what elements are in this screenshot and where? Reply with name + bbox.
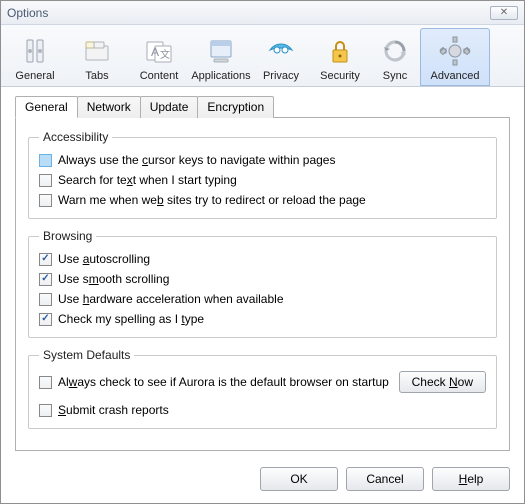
subtab-encryption[interactable]: Encryption [197,96,274,118]
subtab-update[interactable]: Update [140,96,199,118]
svg-text:文: 文 [160,48,170,61]
checkbox-smooth-scrolling[interactable] [39,273,52,286]
checkbox-warn-redirect[interactable] [39,194,52,207]
group-legend: System Defaults [39,348,134,362]
close-button[interactable]: ✕ [490,6,518,20]
category-applications[interactable]: Applications [190,28,252,86]
check-now-button[interactable]: Check Now [399,371,486,393]
category-label: General [15,70,54,82]
checkbox-label: Check my spelling as I type [58,312,204,326]
category-tabs[interactable]: Tabs [66,28,128,86]
category-content[interactable]: A文 Content [128,28,190,86]
group-legend: Browsing [39,229,96,243]
svg-text:A: A [151,45,159,59]
help-button[interactable]: Help [432,467,510,491]
checkbox-spellcheck[interactable] [39,313,52,326]
category-toolbar: General Tabs A文 Content Applications Pri… [1,25,524,87]
group-system-defaults: System Defaults Always check to see if A… [28,348,497,429]
category-label: Content [140,70,179,82]
general-icon [18,34,52,68]
privacy-icon [264,34,298,68]
checkbox-label: Search for text when I start typing [58,173,237,187]
checkbox-label: Always use the cursor keys to navigate w… [58,153,335,167]
dialog-footer: OK Cancel Help [1,461,524,503]
checkbox-label: Always check to see if Aurora is the def… [58,375,399,389]
category-label: Tabs [85,70,108,82]
category-sync[interactable]: Sync [370,28,420,86]
security-icon [323,34,357,68]
close-icon: ✕ [500,7,508,18]
category-label: Security [320,70,360,82]
category-privacy[interactable]: Privacy [252,28,310,86]
group-legend: Accessibility [39,130,112,144]
checkbox-search-typing[interactable] [39,174,52,187]
category-label: Sync [383,70,407,82]
sync-icon [378,34,412,68]
subtab-network[interactable]: Network [77,96,141,118]
titlebar: Options ✕ [1,1,524,25]
checkbox-label: Submit crash reports [58,403,169,417]
category-general[interactable]: General [4,28,66,86]
group-accessibility: Accessibility Always use the cursor keys… [28,130,497,219]
subtab-strip: General Network Update Encryption [1,87,524,117]
checkbox-crash-reports[interactable] [39,404,52,417]
advanced-icon [438,34,472,68]
category-label: Applications [191,70,250,82]
checkbox-autoscrolling[interactable] [39,253,52,266]
subtab-general[interactable]: General [15,96,78,118]
category-security[interactable]: Security [310,28,370,86]
checkbox-hw-accel[interactable] [39,293,52,306]
checkbox-label: Use autoscrolling [58,252,150,266]
checkbox-label: Use hardware acceleration when available [58,292,284,306]
group-browsing: Browsing Use autoscrolling Use smooth sc… [28,229,497,338]
checkbox-label: Warn me when web sites try to redirect o… [58,193,366,207]
checkbox-label: Use smooth scrolling [58,272,169,286]
applications-icon [204,34,238,68]
window-title: Options [7,6,490,20]
category-advanced[interactable]: Advanced [420,28,490,86]
checkbox-default-browser[interactable] [39,376,52,389]
category-label: Privacy [263,70,299,82]
content-icon: A文 [142,34,176,68]
category-label: Advanced [431,70,480,82]
cancel-button[interactable]: Cancel [346,467,424,491]
options-window: Options ✕ General Tabs A文 Content [0,0,525,504]
ok-button[interactable]: OK [260,467,338,491]
checkbox-cursor-keys[interactable] [39,154,52,167]
tabs-icon [80,34,114,68]
content-pane: Accessibility Always use the cursor keys… [1,117,524,461]
